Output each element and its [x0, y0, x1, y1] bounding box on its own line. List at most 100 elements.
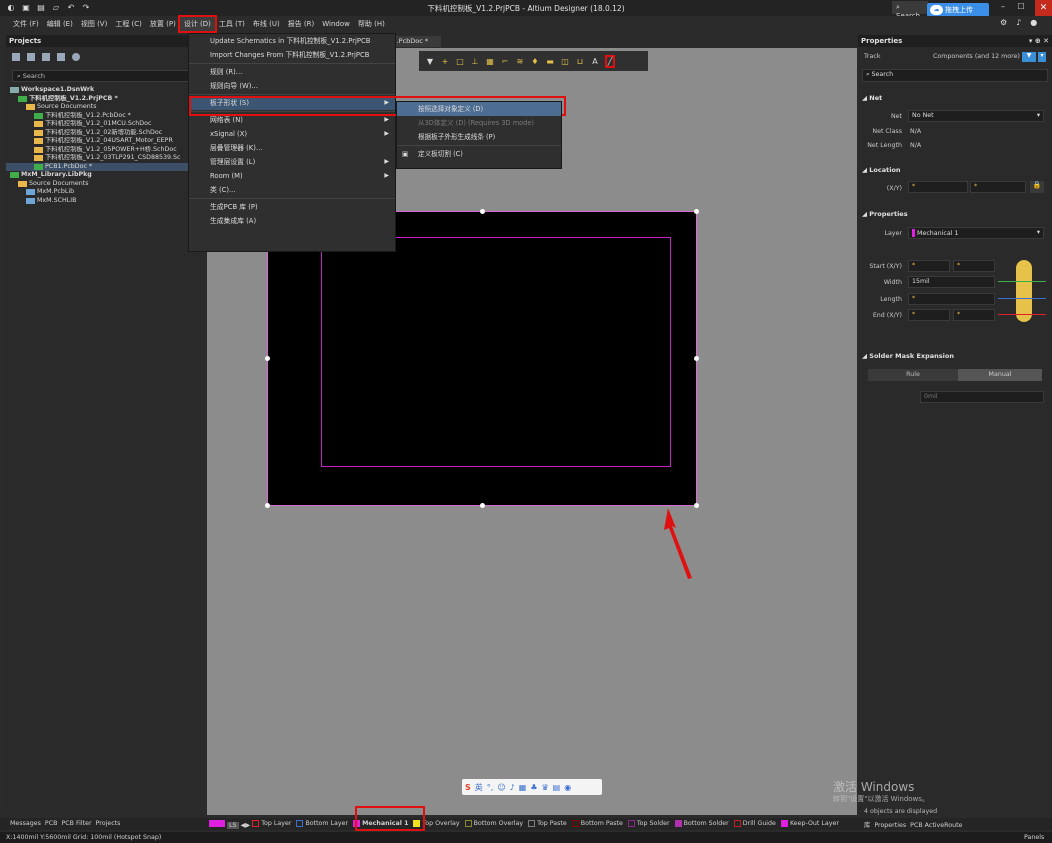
- layer-tab[interactable]: Bottom Solder: [674, 820, 729, 827]
- text-icon[interactable]: A: [590, 57, 600, 66]
- layer-tab[interactable]: Bottom Layer: [296, 820, 348, 827]
- messages-tab[interactable]: Messages: [10, 820, 41, 827]
- layer-tab[interactable]: Bottom Paste: [571, 820, 623, 827]
- board-shape-menu-item[interactable]: ▣ 定义板切割 (C): [397, 147, 561, 161]
- ime-tools-icon[interactable]: ♣: [530, 783, 537, 792]
- library-tab[interactable]: 库: [864, 822, 870, 829]
- length-input[interactable]: *: [908, 293, 995, 305]
- solder-mask-section-header[interactable]: ◢ Solder Mask Expansion: [862, 352, 954, 360]
- filter-icon[interactable]: ▼: [425, 57, 435, 66]
- pin-icon[interactable]: ▾ ⊕ ✕: [1029, 37, 1049, 45]
- tree-item[interactable]: Source Documents: [6, 103, 201, 112]
- location-y-input[interactable]: *: [970, 181, 1026, 193]
- tree-item[interactable]: 下料机控制板_V1.2_05POWER+H桥.SchDoc: [6, 146, 201, 155]
- tree-item[interactable]: Workspace1.DsnWrk: [6, 86, 201, 95]
- selection-handle[interactable]: [480, 503, 485, 508]
- design-menu-item[interactable]: 类 (C)...: [189, 183, 395, 197]
- design-menu-item[interactable]: 管理层设置 (L) ▶: [189, 155, 395, 169]
- layer-next-icon[interactable]: ▶: [245, 822, 250, 829]
- polygon-icon[interactable]: ◫: [560, 57, 570, 66]
- user-icon[interactable]: ●: [1030, 18, 1037, 27]
- selection-handle[interactable]: [480, 209, 485, 214]
- location-x-input[interactable]: *: [908, 181, 968, 193]
- design-menu-item[interactable]: Import Changes From 下料机控制板_V1.2.PrjPCB: [189, 48, 395, 62]
- activeroute-tab[interactable]: PCB ActiveRoute: [910, 822, 962, 829]
- lock-icon[interactable]: 🔒: [1030, 181, 1044, 193]
- baidu-upload-button[interactable]: ☁ 拖拽上传: [927, 3, 989, 17]
- maximize-button[interactable]: ☐: [1014, 2, 1028, 14]
- menu-place[interactable]: 放置 (P): [146, 17, 180, 31]
- end-x-input[interactable]: *: [908, 309, 950, 321]
- global-search[interactable]: ⌕ Search: [892, 1, 928, 20]
- tree-item[interactable]: 下料机控制板_V1.2_02新增功能.SchDoc: [6, 129, 201, 138]
- tree-item[interactable]: 下料机控制板_V1.2_04USART_Motor_EEPR: [6, 137, 201, 146]
- selection-handle[interactable]: [265, 356, 270, 361]
- ime-grid-icon[interactable]: ▤: [553, 783, 561, 792]
- menu-view[interactable]: 视图 (V): [77, 17, 111, 31]
- tree-item[interactable]: 下料机控制板_V1.2_03TLP291_CSD88539.Sc: [6, 154, 201, 163]
- pcb-tab[interactable]: PCB: [45, 820, 58, 827]
- route-icon[interactable]: ⌐: [500, 57, 510, 66]
- selection-handle[interactable]: [265, 503, 270, 508]
- properties-section-header[interactable]: ◢ Properties: [862, 210, 908, 218]
- design-menu-item[interactable]: 生成集成库 (A): [189, 214, 395, 228]
- save-project-icon[interactable]: [12, 53, 20, 61]
- gear-icon[interactable]: ⚙: [1000, 18, 1007, 27]
- layer-tab[interactable]: Keep-Out Layer: [780, 820, 839, 827]
- crosshair-icon[interactable]: +: [440, 57, 450, 66]
- open-project-icon[interactable]: [27, 53, 35, 61]
- via-icon[interactable]: ♦: [530, 57, 540, 66]
- net-section-header[interactable]: ◢ Net: [862, 94, 882, 102]
- layer-set-button[interactable]: LS: [227, 822, 239, 829]
- ime-lang-icon[interactable]: 英: [475, 782, 483, 793]
- tree-item[interactable]: 下料机控制板_V1.2.PrjPCB *: [6, 95, 201, 104]
- filter-button[interactable]: ▼: [1022, 52, 1036, 62]
- mask-value-input[interactable]: 0mil: [920, 391, 1044, 403]
- minimize-button[interactable]: –: [996, 2, 1010, 14]
- menu-reports[interactable]: 报告 (R): [284, 17, 319, 31]
- mask-rule-button[interactable]: Rule: [868, 369, 958, 381]
- projects-search-input[interactable]: ⌕ Search: [12, 70, 195, 82]
- start-y-input[interactable]: *: [953, 260, 995, 272]
- emoji-icon[interactable]: ☺: [497, 783, 505, 792]
- mask-manual-button[interactable]: Manual: [958, 369, 1042, 381]
- sogou-logo-icon[interactable]: S: [465, 783, 471, 792]
- tree-item[interactable]: 下料机控制板_V1.2.PcbDoc *: [6, 112, 201, 121]
- tree-item[interactable]: MxM.PcbLib: [6, 188, 201, 197]
- skin-icon[interactable]: ♛: [542, 783, 549, 792]
- menu-file[interactable]: 文件 (F): [9, 17, 43, 31]
- menu-tools[interactable]: 工具 (T): [215, 17, 249, 31]
- design-menu-item[interactable]: xSignal (X) ▶: [189, 127, 395, 141]
- selection-handle[interactable]: [694, 356, 699, 361]
- line-icon[interactable]: ╱: [605, 54, 615, 68]
- tree-item[interactable]: PCB1.PcbDoc *: [6, 162, 201, 171]
- end-y-input[interactable]: *: [953, 309, 995, 321]
- net-select[interactable]: No Net ▾: [908, 110, 1044, 122]
- menu-help[interactable]: 帮助 (H): [354, 17, 389, 31]
- projects-tab[interactable]: Projects: [96, 820, 121, 827]
- filter-dropdown-button[interactable]: ▾: [1038, 52, 1046, 62]
- dimension-icon[interactable]: ⊔: [575, 57, 585, 66]
- folder-icon[interactable]: [57, 53, 65, 61]
- ime-game-icon[interactable]: ◉: [564, 783, 571, 792]
- tree-item[interactable]: Source Documents: [6, 180, 201, 189]
- start-x-input[interactable]: *: [908, 260, 950, 272]
- mic-icon[interactable]: ♪: [510, 783, 515, 792]
- design-menu-item[interactable]: 规则 (R)...: [189, 65, 395, 79]
- bell-icon[interactable]: ♪: [1016, 18, 1021, 27]
- keyboard-icon[interactable]: ▦: [519, 783, 527, 792]
- board-shape-menu-item[interactable]: 按照选择对象定义 (D): [397, 102, 561, 116]
- select-rect-icon[interactable]: □: [455, 57, 465, 66]
- selection-handle[interactable]: [694, 209, 699, 214]
- menu-design[interactable]: 设计 (D): [177, 15, 217, 33]
- component-icon[interactable]: ▦: [485, 57, 495, 66]
- layer-tab[interactable]: Top Paste: [528, 820, 567, 827]
- fill-icon[interactable]: ▬: [545, 57, 555, 66]
- properties-tab[interactable]: Properties: [874, 822, 906, 829]
- design-menu-item[interactable]: Update Schematics in 下料机控制板_V1.2.PrjPCB: [189, 34, 395, 48]
- close-button[interactable]: ✕: [1035, 0, 1052, 16]
- menu-project[interactable]: 工程 (C): [111, 17, 146, 31]
- layer-tab[interactable]: Top Layer: [252, 820, 291, 827]
- panels-button[interactable]: Panels: [1024, 834, 1044, 841]
- menu-window[interactable]: Window: [318, 18, 354, 30]
